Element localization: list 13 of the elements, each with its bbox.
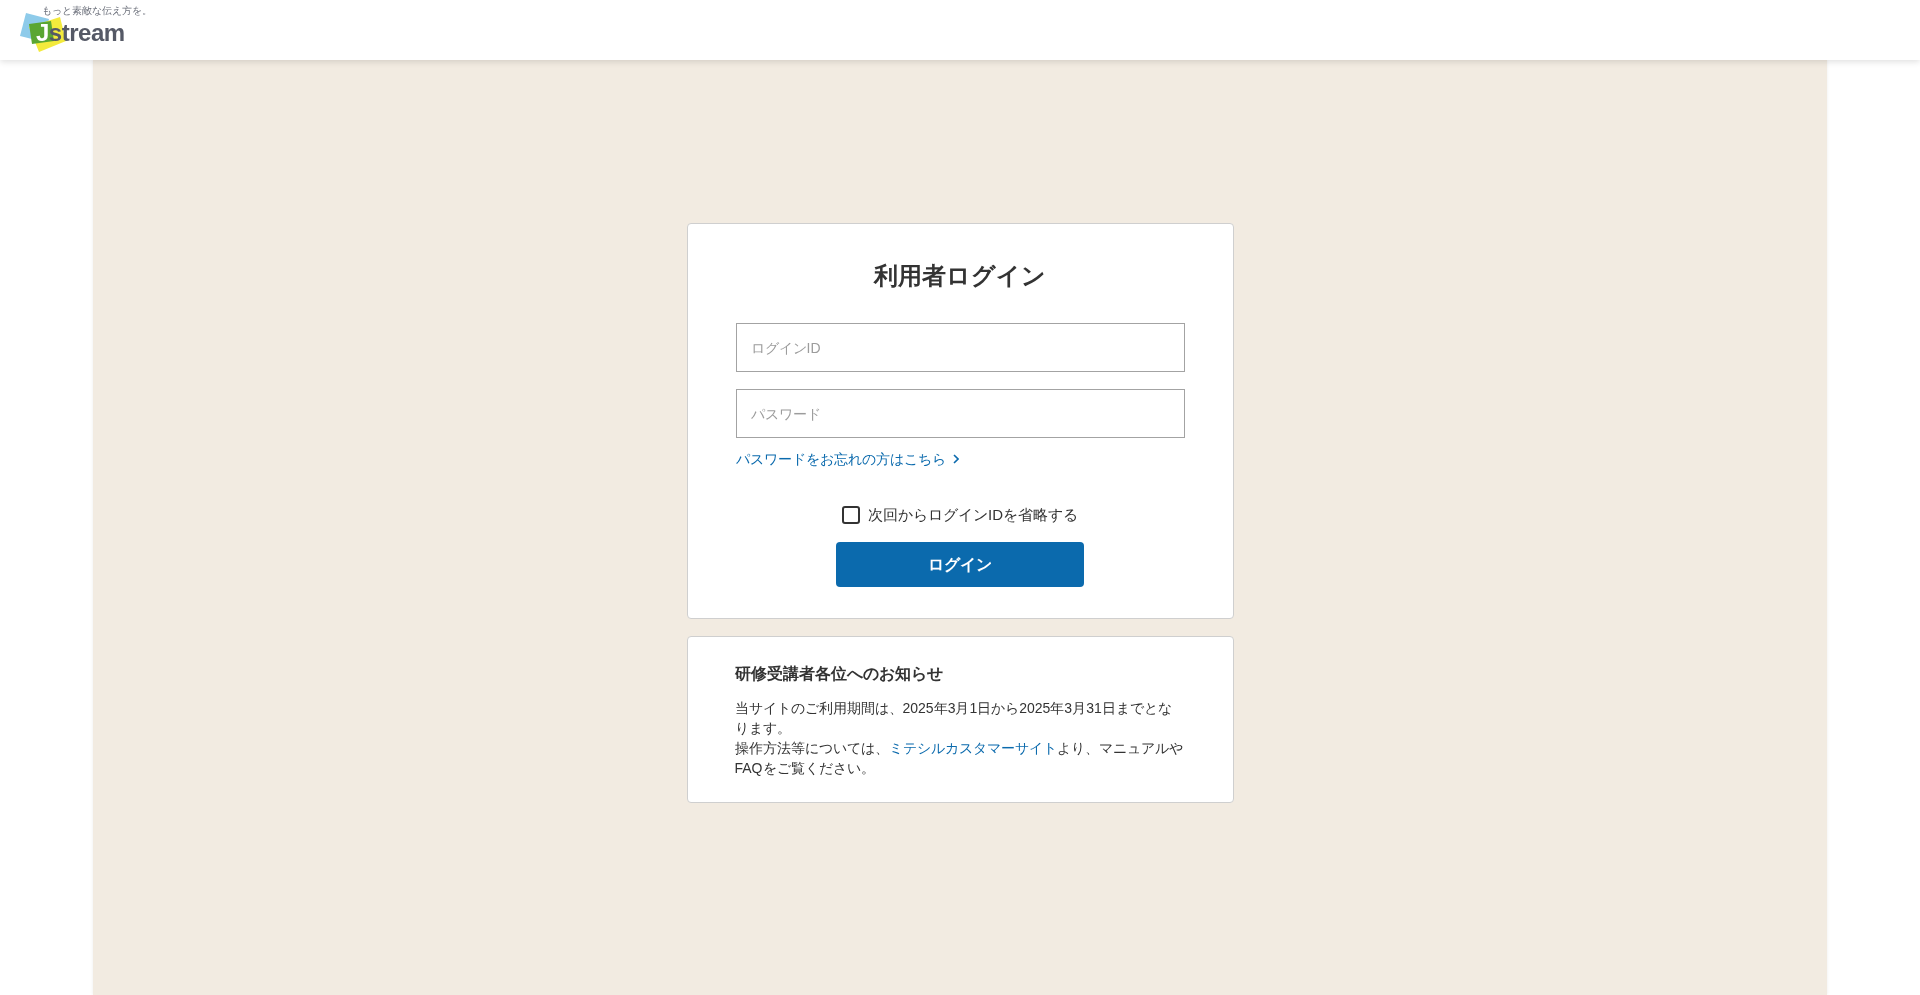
login-id-field[interactable]: ログインID <box>735 323 1185 372</box>
logo-tagline: もっと素敵な伝え方を。 <box>42 4 152 18</box>
forgot-password-link[interactable]: パスワードをお忘れの方はこちら <box>735 448 959 470</box>
login-title: 利用者ログイン <box>872 261 1047 291</box>
chevron-right-icon <box>952 454 959 464</box>
checkbox[interactable] <box>842 506 860 524</box>
notice-text: 当サイトのご利用期間は、2025年3月1日から2025年3月31日までとなります。 <box>734 699 1173 738</box>
password-field[interactable]: パスワード <box>735 389 1185 438</box>
customer-site-link[interactable]: ミテシルカスタマーサイト <box>888 740 1057 756</box>
remember-login-id-label[interactable]: 次回からログインIDを省略する <box>868 504 1078 526</box>
notice-title: 研修受講者各位へのお知らせ <box>734 664 944 684</box>
login-button[interactable]: ログイン <box>836 542 1084 587</box>
notice-text: 操作方法等については、ミテシルカスタマーサイト より、マニュアルやFAQをご覧ください。 <box>734 739 1184 778</box>
